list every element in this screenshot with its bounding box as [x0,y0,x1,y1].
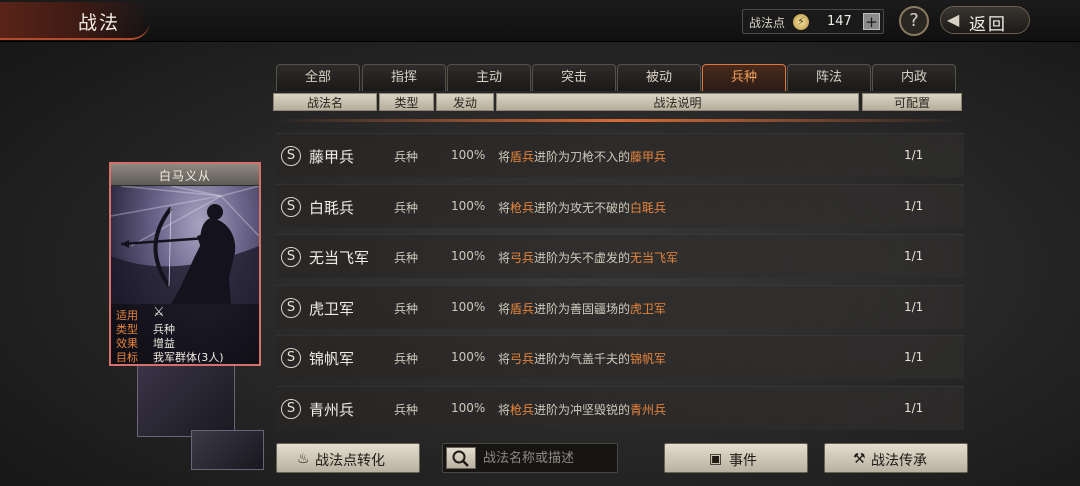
tactic-configurable-count: 1/1 [904,148,924,162]
tactic-row[interactable]: S 虎卫军 兵种 100% 将盾兵进阶为善固疆场的虎卫军 1/1 [276,285,964,329]
tactic-points-value: 147 [827,14,852,29]
background-card [137,362,235,437]
tactic-type: 兵种 [394,251,419,265]
tab-active[interactable]: 主动 [447,64,531,91]
card-info-value: 我军群体(3人) [153,351,224,364]
tactic-type: 兵种 [394,403,419,417]
tactic-name: 虎卫军 [309,300,355,318]
tactic-card[interactable]: 白马义从 适用 ⚔ 类型 兵种 效果 增益 目标 我军群体(3人) [109,162,261,366]
title-plate [0,2,150,40]
tab-all[interactable]: 全部 [276,64,360,91]
tactic-rate: 100% [451,249,486,263]
card-info-label: 目标 [116,351,138,364]
tactic-description: 将弓兵进阶为气盖千夫的锦帆军 [498,352,667,366]
tactic-rate: 100% [451,300,486,314]
grade-s-icon: S [281,247,301,267]
tactic-configurable-count: 1/1 [904,401,924,415]
tactic-description: 将枪兵进阶为冲坚毁锐的青州兵 [498,403,667,417]
tactic-configurable-count: 1/1 [904,300,924,314]
column-header-description: 战法说明 [496,93,859,111]
column-header-rate[interactable]: 发动 [436,93,494,111]
tab-troop-type[interactable]: 兵种 [702,64,786,91]
search-input[interactable] [483,448,613,468]
help-button[interactable]: ? [899,6,929,36]
convert-points-button[interactable]: ♨ 战法点转化 [276,443,420,473]
tactic-name: 白毦兵 [309,199,355,217]
tactic-type: 兵种 [394,302,419,316]
event-label: 事件 [729,453,757,469]
tactic-description: 将盾兵进阶为善固疆场的虎卫军 [498,302,667,316]
tactic-type: 兵种 [394,201,419,215]
card-title-bar: 白马义从 [111,164,259,186]
page-title: 战法 [78,12,121,34]
top-bar: 战法 战法点 ⚡ 147 + ? ◀ 返回 [0,0,1080,42]
inherit-tactic-label: 战法传承 [871,453,927,469]
column-header-configurable[interactable]: 可配置 [862,93,962,111]
tab-command[interactable]: 指挥 [362,64,446,91]
tactic-row[interactable]: S 无当飞军 兵种 100% 将弓兵进阶为矢不虚发的无当飞军 1/1 [276,234,964,278]
tactic-description: 将盾兵进阶为刀枪不入的藤甲兵 [498,150,667,164]
card-info-panel: 适用 ⚔ 类型 兵种 效果 增益 目标 我军群体(3人) [111,304,259,364]
tactic-name: 青州兵 [309,401,355,419]
tactic-points-label: 战法点 [749,16,786,30]
crossed-weapons-icon: ⚔ [153,305,165,320]
tactic-points-display: 战法点 ⚡ 147 + [742,9,884,34]
add-points-button[interactable]: + [863,13,880,30]
flame-icon: ♨ [297,451,310,467]
grade-s-icon: S [281,146,301,166]
background-card [191,430,264,470]
calendar-icon: ▣ [709,451,723,467]
grade-s-icon: S [281,298,301,318]
grade-s-icon: S [281,348,301,368]
tactic-name: 藤甲兵 [309,148,355,166]
tactic-name: 无当飞军 [309,249,370,267]
card-title: 白马义从 [158,169,211,183]
back-label: 返回 [969,15,1007,35]
tactic-row[interactable]: S 青州兵 兵种 100% 将枪兵进阶为冲坚毁锐的青州兵 1/1 [276,386,964,430]
tab-passive[interactable]: 被动 [617,64,701,91]
tab-assault[interactable]: 突击 [532,64,616,91]
tactic-rate: 100% [451,148,486,162]
grade-s-icon: S [281,399,301,419]
convert-points-label: 战法点转化 [315,453,385,469]
column-header-row: 战法名 类型 发动 战法说明 可配置 [273,93,965,112]
tactic-description: 将枪兵进阶为攻无不破的白毦兵 [498,201,667,215]
list-divider [274,119,964,122]
tactic-configurable-count: 1/1 [904,249,924,263]
tactic-configurable-count: 1/1 [904,350,924,364]
tactic-point-coin-icon: ⚡ [793,14,809,30]
tactic-type: 兵种 [394,352,419,366]
tactic-type: 兵种 [394,150,419,164]
tactic-name: 锦帆军 [309,350,355,368]
event-button[interactable]: ▣ 事件 [664,443,808,473]
tactic-row[interactable]: S 藤甲兵 兵种 100% 将盾兵进阶为刀枪不入的藤甲兵 1/1 [276,133,964,177]
tab-internal-affairs[interactable]: 内政 [872,64,956,91]
column-header-type[interactable]: 类型 [379,93,434,111]
chevron-left-icon: ◀ [947,10,960,29]
grade-s-icon: S [281,197,301,217]
tactic-row[interactable]: S 白毦兵 兵种 100% 将枪兵进阶为攻无不破的白毦兵 1/1 [276,184,964,228]
hammer-icon: ⚒ [853,451,866,467]
tab-formation[interactable]: 阵法 [787,64,871,91]
tactic-row[interactable]: S 锦帆军 兵种 100% 将弓兵进阶为气盖千夫的锦帆军 1/1 [276,335,964,379]
tactic-configurable-count: 1/1 [904,199,924,213]
tactic-rate: 100% [451,350,486,364]
archer-illustration [111,186,259,304]
inherit-tactic-button[interactable]: ⚒ 战法传承 [824,443,968,473]
search-box[interactable] [442,443,618,473]
back-button[interactable]: ◀ 返回 [940,6,1030,35]
column-header-name[interactable]: 战法名 [273,93,377,111]
tactic-rate: 100% [451,401,486,415]
tactic-description: 将弓兵进阶为矢不虚发的无当飞军 [498,251,679,265]
search-icon[interactable] [446,447,476,469]
tactic-rate: 100% [451,199,486,213]
